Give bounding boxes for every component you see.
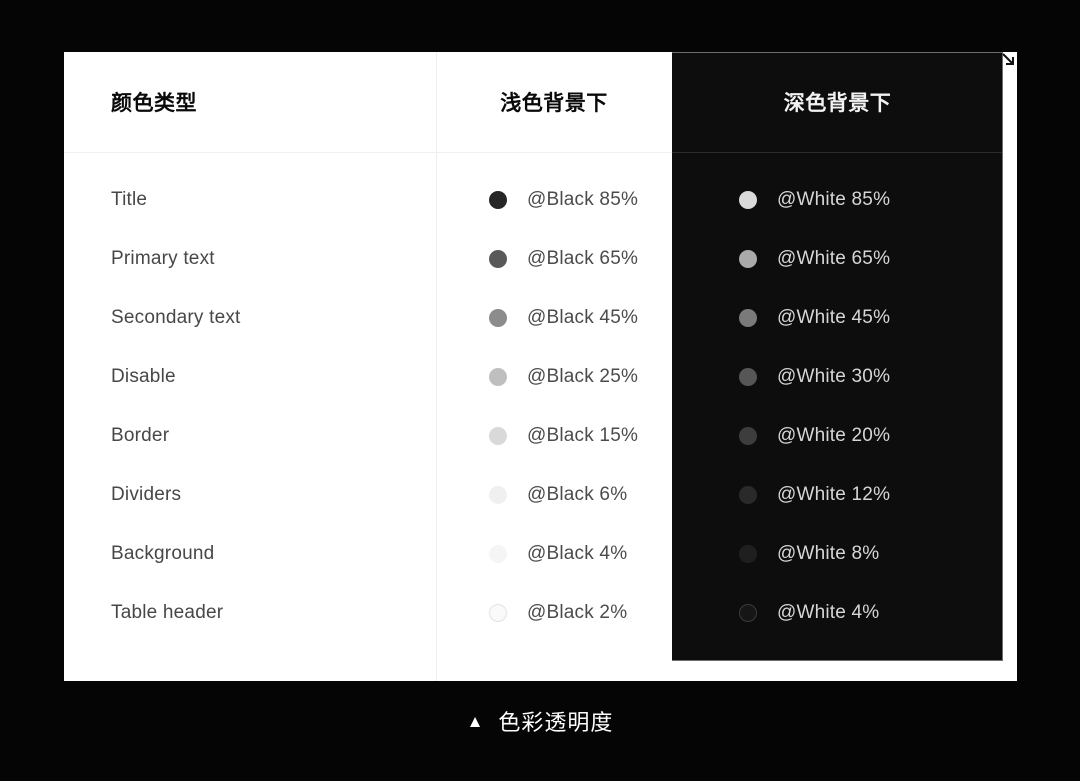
color-swatch-dot: [739, 544, 757, 563]
column-header-dark-background: 深色背景下: [783, 92, 892, 115]
color-type-label: Dividers: [111, 483, 182, 505]
column-header-light-background: 浅色背景下: [500, 92, 608, 115]
resize-corner-icon[interactable]: [1002, 53, 1016, 67]
swatch-group: @White 8%: [739, 543, 879, 565]
color-type-label: Background: [111, 542, 215, 564]
swatch-group: @Black 6%: [489, 484, 627, 506]
light-swatch-cell: @Black 25%: [425, 347, 672, 406]
color-token-label: @White 85%: [777, 188, 891, 210]
table-body: Title @Black 85% @White 85% Primary text @Bl…: [64, 152, 1017, 681]
dark-swatch-cell: @White 45%: [672, 288, 1003, 347]
dark-swatch-cell: @White 4%: [672, 583, 1003, 642]
swatch-group: @Black 4%: [489, 543, 627, 565]
swatch-group: @White 30%: [739, 366, 890, 388]
color-type-label: Table header: [111, 601, 224, 623]
color-type-label: Disable: [111, 365, 176, 387]
color-swatch-dot: [489, 190, 507, 209]
color-token-label: @White 45%: [777, 306, 891, 328]
color-swatch-dot: [739, 485, 757, 504]
color-swatch-dot: [739, 249, 757, 268]
color-swatch-dot: [739, 308, 757, 327]
color-swatch-dot: [739, 367, 757, 386]
color-token-label: @Black 45%: [527, 306, 639, 328]
light-swatch-cell: @Black 65%: [425, 229, 672, 288]
color-token-label: @Black 15%: [527, 424, 639, 446]
light-swatch-cell: @Black 15%: [425, 406, 672, 465]
color-swatch-dot: [739, 603, 757, 622]
triangle-up-icon: ▲: [466, 711, 485, 731]
swatch-group: @Black 85%: [489, 189, 638, 211]
swatch-group: @White 65%: [739, 248, 890, 270]
swatch-group: @White 12%: [739, 484, 890, 506]
table-row: Border @Black 15% @White 20%: [64, 406, 1017, 465]
table-header-row: 颜色类型 浅色背景下 深色背景下: [64, 52, 1017, 152]
swatch-group: @Black 65%: [489, 248, 638, 270]
table-row: Background @Black 4% @White 8%: [64, 524, 1017, 583]
color-swatch-dot: [489, 367, 507, 386]
light-swatch-cell: @Black 45%: [425, 288, 672, 347]
figure-caption: ▲ 色彩透明度: [0, 705, 1080, 737]
light-swatch-cell: @Black 6%: [425, 465, 672, 524]
color-token-label: @White 65%: [777, 247, 891, 269]
dark-swatch-cell: @White 12%: [672, 465, 1003, 524]
color-type-label: Title: [111, 188, 148, 210]
light-swatch-cell: @Black 4%: [425, 524, 672, 583]
table-row: Table header @Black 2% @White 4%: [64, 583, 1017, 642]
swatch-group: @White 85%: [739, 189, 890, 211]
color-token-label: @White 12%: [777, 483, 891, 505]
dark-swatch-cell: @White 65%: [672, 229, 1003, 288]
column-header-color-type: 颜色类型: [111, 92, 197, 115]
table-row: Disable @Black 25% @White 30%: [64, 347, 1017, 406]
color-token-label: @Black 85%: [527, 188, 639, 210]
color-swatch-dot: [489, 249, 507, 268]
color-swatch-dot: [739, 426, 757, 445]
color-token-label: @White 30%: [777, 365, 891, 387]
color-token-label: @Black 4%: [527, 542, 628, 564]
table-row: Dividers @Black 6% @White 12%: [64, 465, 1017, 524]
caption-label: 色彩透明度: [498, 710, 614, 735]
dark-swatch-cell: @White 30%: [672, 347, 1003, 406]
swatch-group: @White 4%: [739, 602, 879, 624]
swatch-group: @White 20%: [739, 425, 890, 447]
swatch-group: @Black 15%: [489, 425, 638, 447]
color-opacity-table-card: 颜色类型 浅色背景下 深色背景下 Title @Black 85% @White 8…: [64, 52, 1017, 681]
swatch-group: @White 45%: [739, 307, 890, 329]
color-type-label: Border: [111, 424, 170, 446]
table-row: Title @Black 85% @White 85%: [64, 170, 1017, 229]
table-row: Primary text @Black 65% @White 65%: [64, 229, 1017, 288]
swatch-group: @Black 45%: [489, 307, 638, 329]
swatch-group: @Black 2%: [489, 602, 627, 624]
light-swatch-cell: @Black 2%: [425, 583, 672, 642]
color-token-label: @Black 65%: [527, 247, 639, 269]
color-swatch-dot: [489, 544, 507, 563]
swatch-group: @Black 25%: [489, 366, 638, 388]
color-swatch-dot: [739, 190, 757, 209]
color-type-label: Secondary text: [111, 306, 241, 328]
light-swatch-cell: @Black 85%: [425, 170, 672, 229]
dark-swatch-cell: @White 85%: [672, 170, 1003, 229]
dark-swatch-cell: @White 8%: [672, 524, 1003, 583]
color-token-label: @Black 25%: [527, 365, 639, 387]
color-type-label: Primary text: [111, 247, 215, 269]
color-token-label: @Black 6%: [527, 483, 628, 505]
color-token-label: @Black 2%: [527, 601, 628, 623]
color-token-label: @White 8%: [777, 542, 880, 564]
color-swatch-dot: [489, 308, 507, 327]
table-row: Secondary text @Black 45% @White 45%: [64, 288, 1017, 347]
color-swatch-dot: [489, 426, 507, 445]
color-swatch-dot: [489, 485, 507, 504]
color-token-label: @White 20%: [777, 424, 891, 446]
dark-swatch-cell: @White 20%: [672, 406, 1003, 465]
color-swatch-dot: [489, 604, 507, 622]
color-token-label: @White 4%: [777, 601, 880, 623]
